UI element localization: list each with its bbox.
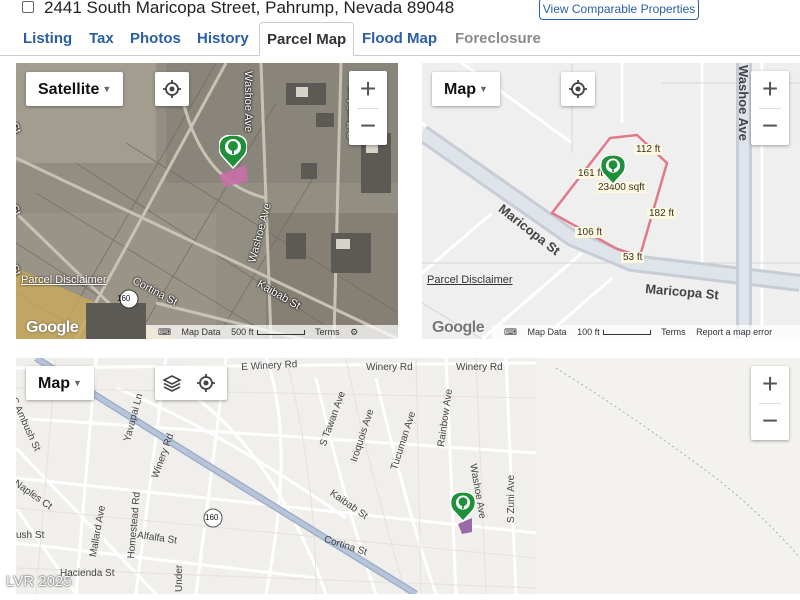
tab-listing[interactable]: Listing	[23, 30, 72, 47]
zoom-control: + −	[751, 366, 789, 440]
dimension-label: 53 ft	[621, 252, 645, 263]
crosshair-icon	[163, 80, 181, 98]
zoom-control: + −	[751, 71, 789, 145]
page: 2441 South Maricopa Street, Pahrump, Nev…	[0, 0, 800, 600]
street-label: Washoe Ave	[736, 65, 751, 141]
tab-tax[interactable]: Tax	[89, 30, 114, 47]
route-160-shield: 160	[205, 513, 219, 522]
terms-link[interactable]: Terms	[315, 327, 340, 337]
map-type-dropdown[interactable]: Map ▼	[26, 366, 94, 400]
map-type-dropdown[interactable]: Satellite ▼	[26, 72, 124, 106]
street-label: Winery Rd	[456, 362, 503, 373]
property-marker-icon[interactable]	[450, 492, 476, 522]
street-label: Winery Rd	[366, 362, 413, 373]
property-marker-icon[interactable]	[600, 155, 626, 185]
map-type-label: Map	[444, 81, 476, 98]
terms-link[interactable]: Terms	[661, 327, 686, 337]
zoom-in-button[interactable]: +	[751, 71, 789, 108]
locate-button[interactable]	[189, 366, 223, 400]
street-label: Under	[174, 564, 185, 592]
report-map-error-link[interactable]: Report a map error	[696, 327, 772, 337]
map-footer: ⌨ Map Data 500 ft Terms ⚙	[146, 325, 398, 339]
layers-button[interactable]	[155, 366, 189, 400]
dimension-label: 182 ft	[647, 208, 677, 219]
map-footer: ⌨ Map Data 100 ft Terms Report a map err…	[492, 325, 800, 339]
caret-down-icon: ▼	[73, 378, 82, 388]
view-comparable-button[interactable]: View Comparable Properties	[539, 0, 699, 20]
tab-parcel-map[interactable]: Parcel Map	[259, 22, 355, 56]
tab-foreclosure: Foreclosure	[455, 30, 541, 47]
google-logo: Google	[26, 319, 79, 336]
tab-flood-map[interactable]: Flood Map	[362, 30, 437, 47]
parcel-disclaimer-link[interactable]: Parcel Disclaimer	[427, 274, 513, 286]
scale-bar	[256, 330, 305, 335]
map-data-link[interactable]: Map Data	[528, 327, 567, 337]
map-data-link[interactable]: Map Data	[182, 327, 221, 337]
zoom-control: + −	[349, 71, 387, 145]
tab-history[interactable]: History	[197, 30, 249, 47]
street-label: S Zuni Ave	[506, 474, 517, 523]
zoom-out-button[interactable]: −	[349, 108, 387, 145]
scale-label: 500 ft	[231, 327, 254, 337]
scale-label: 100 ft	[577, 327, 600, 337]
select-checkbox[interactable]	[22, 1, 34, 13]
gear-icon[interactable]: ⚙	[350, 327, 358, 337]
caret-down-icon: ▼	[102, 84, 112, 94]
map-tool-group	[155, 366, 227, 400]
locate-button[interactable]	[561, 72, 595, 106]
dimension-label: 106 ft	[575, 227, 605, 238]
keyboard-icon[interactable]: ⌨	[504, 327, 517, 337]
watermark: LVR 2025	[6, 573, 72, 590]
google-logo: Google	[432, 319, 485, 336]
map-type-label: Satellite	[38, 81, 100, 98]
dimension-label: 112 ft	[634, 144, 663, 155]
parcel-disclaimer-link[interactable]: Parcel Disclaimer	[21, 274, 107, 286]
crosshair-icon	[569, 80, 587, 98]
property-marker-icon[interactable]	[219, 135, 247, 169]
caret-down-icon: ▼	[479, 84, 488, 94]
area-map[interactable]: 160 E Winery Rd Winery Rd Winery Rd S Am…	[16, 358, 800, 594]
locate-button[interactable]	[155, 72, 189, 106]
street-label: ush St	[16, 530, 45, 541]
street-label: Washoe Ave	[242, 71, 254, 133]
tab-bar: Listing Tax Photos History Parcel Map Fl…	[0, 22, 800, 56]
keyboard-icon[interactable]: ⌨	[158, 327, 171, 337]
zoom-out-button[interactable]: −	[751, 108, 789, 145]
route-160-shield: 160	[117, 294, 131, 303]
header: 2441 South Maricopa Street, Pahrump, Nev…	[0, 0, 800, 22]
tab-photos[interactable]: Photos	[130, 30, 181, 47]
parcel-detail-map[interactable]: 112 ft 161 ft 182 ft 106 ft 53 ft 23400 …	[422, 63, 800, 339]
crosshair-icon	[197, 374, 215, 392]
map-type-label: Map	[38, 375, 70, 392]
layers-icon	[162, 375, 182, 392]
zoom-in-button[interactable]: +	[751, 366, 789, 403]
property-address: 2441 South Maricopa Street, Pahrump, Nev…	[44, 0, 455, 17]
zoom-out-button[interactable]: −	[751, 403, 789, 440]
zoom-in-button[interactable]: +	[349, 71, 387, 108]
map-type-dropdown[interactable]: Map ▼	[432, 72, 500, 106]
satellite-map[interactable]: 160 Washoe Ave S Zuni Ave Cortina St Kai…	[16, 63, 398, 339]
scale-bar	[602, 330, 651, 335]
